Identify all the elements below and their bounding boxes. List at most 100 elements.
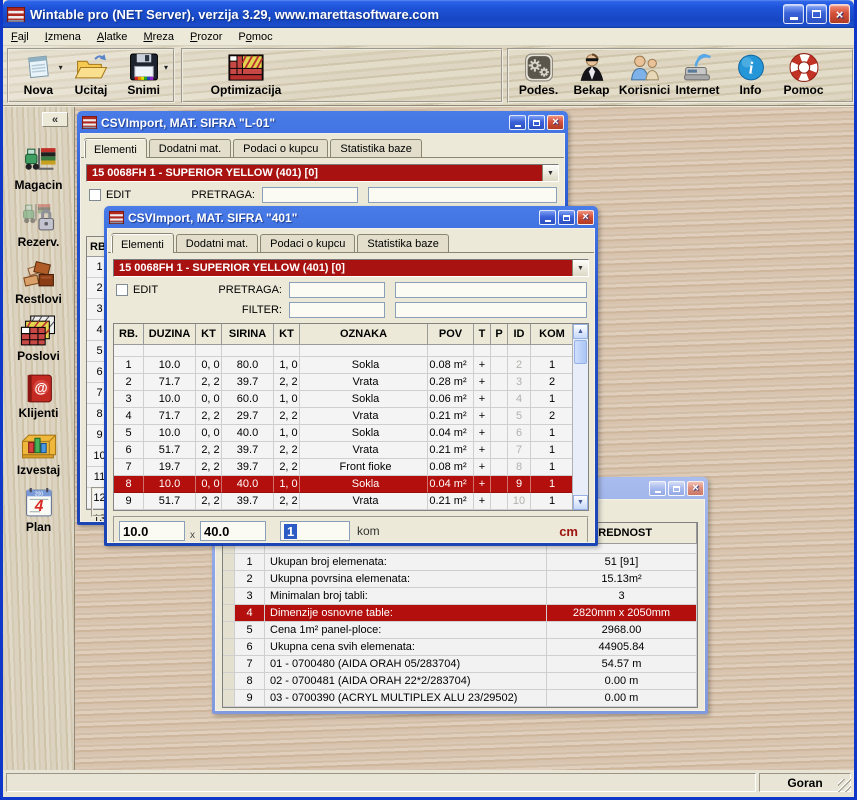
sidebar-item-izvestaj[interactable]: Izvestaj	[3, 429, 74, 477]
chevron-down-icon[interactable]: ▼	[572, 260, 588, 276]
table-row[interactable]: 1Ukupan broj elemenata:51 [91]	[223, 554, 697, 571]
scroll-down-icon[interactable]: ▼	[573, 495, 588, 510]
table-row[interactable]: 4Dimenzije osnovne table:2820mm x 2050mm	[223, 605, 697, 622]
toolbar-button-nova[interactable]: ▾Nova	[12, 51, 65, 98]
menu-item-prozor[interactable]: Prozor	[182, 30, 230, 44]
row-selector[interactable]	[223, 588, 235, 605]
table-row[interactable]: 810.00, 040.01, 0Sokla0.04 m²+91	[114, 476, 588, 493]
minimize-button[interactable]	[783, 4, 804, 24]
table-row[interactable]: 903 - 0700390 (ACRYL MULTIPLEX ALU 23/29…	[223, 690, 697, 707]
window-titlebar[interactable]: CSVImport, MAT. SIFRA "L-01" ×	[80, 111, 565, 133]
tab-dodatnimat[interactable]: Dodatni mat.	[176, 234, 258, 252]
toolbar-button-internet[interactable]: Internet	[671, 51, 724, 98]
toolbar-button-snimi[interactable]: ▾Snimi	[117, 51, 170, 98]
row-selector[interactable]	[223, 639, 235, 656]
table-row[interactable]: 310.00, 060.01, 0Sokla0.06 m²+41	[114, 391, 588, 408]
menu-item-izmena[interactable]: Izmena	[37, 30, 89, 44]
tab-statistikabaze[interactable]: Statistika baze	[357, 234, 449, 252]
pretraga-input-2[interactable]	[368, 187, 557, 203]
window-titlebar[interactable]: CSVImport, MAT. SIFRA "401" ×	[107, 206, 595, 228]
table-row[interactable]: 110.00, 080.01, 0Sokla0.08 m²+21	[114, 357, 588, 374]
row-selector[interactable]	[223, 571, 235, 588]
filter-input-1[interactable]	[289, 302, 385, 318]
toolbar-button-podes[interactable]: Podes.	[512, 51, 565, 98]
tab-elementi[interactable]: Elementi	[111, 234, 174, 253]
column-header-duzina[interactable]: DUZINA	[144, 324, 196, 345]
minimize-button[interactable]	[509, 115, 526, 130]
width-input[interactable]: 10.0	[119, 521, 185, 541]
row-selector[interactable]	[223, 673, 235, 690]
row-selector[interactable]	[223, 690, 235, 707]
menu-item-alatke[interactable]: Alatke	[89, 30, 136, 44]
height-input[interactable]: 40.0	[200, 521, 266, 541]
table-row[interactable]: 651.72, 239.72, 2Vrata0.21 m²+71	[114, 442, 588, 459]
minimize-button[interactable]	[539, 210, 556, 225]
edit-checkbox[interactable]	[89, 189, 101, 201]
column-header-sirina[interactable]: SIRINA	[222, 324, 274, 345]
tab-dodatnimat[interactable]: Dodatni mat.	[149, 139, 231, 157]
material-dropdown[interactable]: 15 0068FH 1 - SUPERIOR YELLOW (401) [0] …	[113, 259, 589, 277]
maximize-button[interactable]	[806, 4, 827, 24]
row-selector[interactable]	[223, 605, 235, 622]
menu-item-mreza[interactable]: Mreza	[135, 30, 182, 44]
close-button[interactable]: ×	[547, 115, 564, 130]
table-row[interactable]: 2Ukupna povrsina elemenata:15.13m²	[223, 571, 697, 588]
column-header-kom[interactable]: KOM	[531, 324, 574, 345]
chevron-down-icon[interactable]: ▼	[542, 165, 558, 181]
resize-grip[interactable]	[838, 779, 851, 792]
table-row[interactable]: 5Cena 1m² panel-ploce:2968.00	[223, 622, 697, 639]
row-selector[interactable]	[223, 554, 235, 571]
maximize-button[interactable]	[528, 115, 545, 130]
close-button[interactable]: ×	[687, 481, 704, 496]
sidebar-item-magacin[interactable]: Magacin	[3, 144, 74, 192]
scroll-up-icon[interactable]: ▲	[573, 324, 588, 339]
toolbar-button-info[interactable]: iInfo	[724, 51, 777, 98]
toolbar-button-bekap[interactable]: Bekap	[565, 51, 618, 98]
sidebar-item-klijenti[interactable]: @Klijenti	[3, 372, 74, 420]
toolbar-button-korisnici[interactable]: Korisnici	[618, 51, 671, 98]
toolbar-button-optimizacija[interactable]: Optimizacija	[204, 51, 288, 98]
table-row[interactable]: 951.72, 239.72, 2Vrata0.21 m²+101	[114, 493, 588, 510]
column-header-kt[interactable]: KT	[274, 324, 300, 345]
column-header-t[interactable]: T	[474, 324, 491, 345]
sidebar-item-restlovi[interactable]: Restlovi	[3, 258, 74, 306]
toolbar-button-pomoc[interactable]: Pomoc	[777, 51, 830, 98]
menu-item-pomoc[interactable]: Pomoc	[230, 30, 280, 44]
pretraga-input-2[interactable]	[395, 282, 587, 298]
maximize-button[interactable]	[668, 481, 685, 496]
table-row[interactable]: 271.72, 239.72, 2Vrata0.28 m²+32	[114, 374, 588, 391]
dropdown-arrow-icon[interactable]: ▾	[59, 63, 63, 72]
table-row[interactable]: 802 - 0700481 (AIDA ORAH 22*2/283704)0.0…	[223, 673, 697, 690]
vertical-scrollbar[interactable]: ▲ ▼	[572, 324, 588, 510]
menu-item-fajl[interactable]: Fajl	[3, 30, 37, 44]
table-row[interactable]: 471.72, 229.72, 2Vrata0.21 m²+52	[114, 408, 588, 425]
filter-input-2[interactable]	[395, 302, 587, 318]
sidebar-item-poslovi[interactable]: Poslovi	[3, 315, 74, 363]
scrollbar-thumb[interactable]	[574, 340, 587, 364]
material-dropdown[interactable]: 15 0068FH 1 - SUPERIOR YELLOW (401) [0] …	[86, 164, 559, 182]
row-selector[interactable]	[223, 622, 235, 639]
pretraga-input-1[interactable]	[289, 282, 385, 298]
table-row[interactable]: 3Minimalan broj tabli:3	[223, 588, 697, 605]
sidebar-item-rezerv[interactable]: Rezerv.	[3, 201, 74, 249]
column-header-id[interactable]: ID	[508, 324, 531, 345]
table-row[interactable]: 701 - 0700480 (AIDA ORAH 05/283704)54.57…	[223, 656, 697, 673]
column-header-pov[interactable]: POV	[428, 324, 474, 345]
quantity-input[interactable]: 1	[280, 521, 350, 541]
column-header-p[interactable]: P	[491, 324, 508, 345]
dropdown-arrow-icon[interactable]: ▾	[164, 63, 168, 72]
tab-podaciokupcu[interactable]: Podaci o kupcu	[233, 139, 328, 157]
tab-statistikabaze[interactable]: Statistika baze	[330, 139, 422, 157]
table-row[interactable]: 719.72, 239.72, 2Front fioke0.08 m²+81	[114, 459, 588, 476]
tab-podaciokupcu[interactable]: Podaci o kupcu	[260, 234, 355, 252]
table-row[interactable]: 510.00, 040.01, 0Sokla0.04 m²+61	[114, 425, 588, 442]
close-button[interactable]: ×	[829, 4, 850, 24]
minimize-button[interactable]	[649, 481, 666, 496]
maximize-button[interactable]	[558, 210, 575, 225]
column-header-kt[interactable]: KT	[196, 324, 222, 345]
tab-elementi[interactable]: Elementi	[84, 139, 147, 158]
sidebar-collapse-button[interactable]: «	[42, 112, 68, 127]
table-row[interactable]: 6Ukupna cena svih elemenata:44905.84	[223, 639, 697, 656]
close-button[interactable]: ×	[577, 210, 594, 225]
table-row[interactable]: 1019.72, 239.72, 2Front fioke0.08 m²+111	[114, 510, 588, 511]
